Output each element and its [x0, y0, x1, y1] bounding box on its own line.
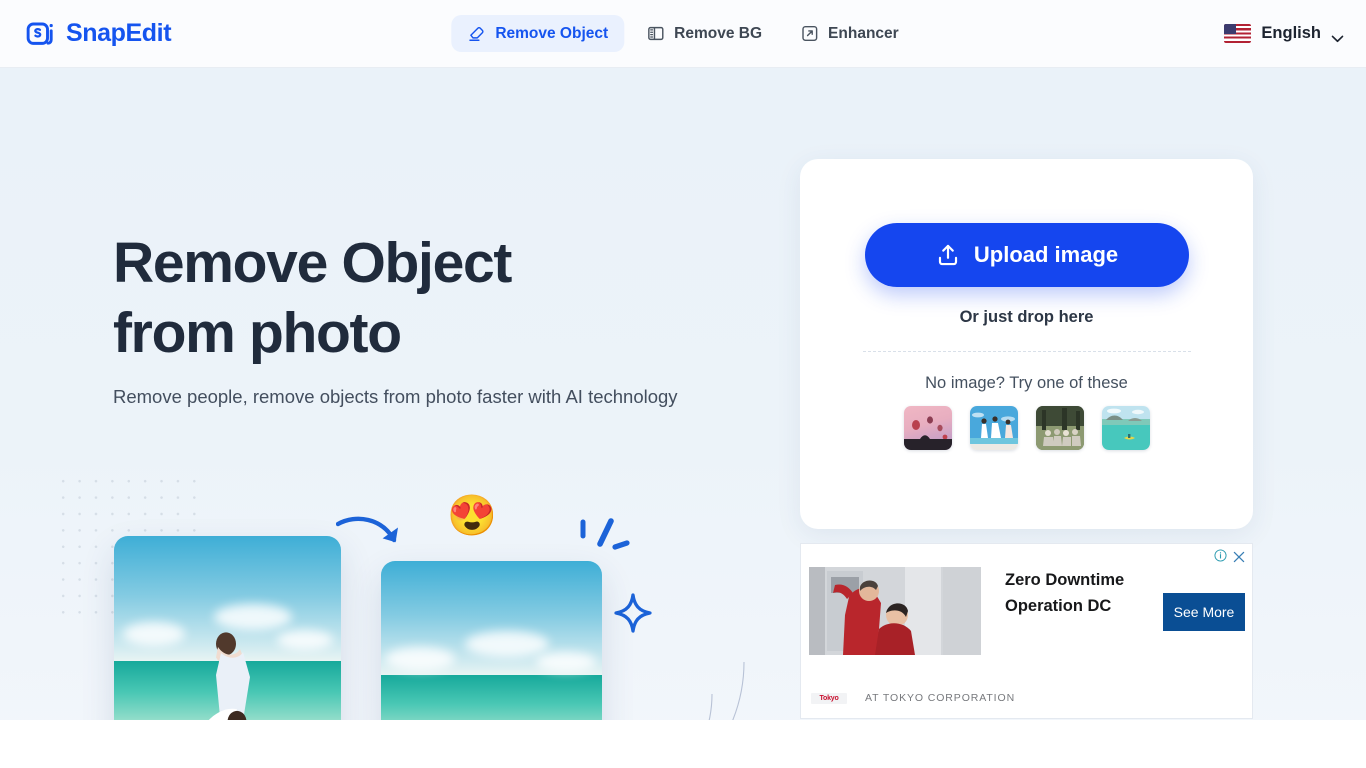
upload-card: Upload image Or just drop here No image?…: [800, 159, 1253, 529]
nav-item-remove-object[interactable]: Remove Object: [451, 15, 625, 52]
ad-info-icon[interactable]: [1214, 549, 1227, 562]
site-header: SnapEdit Remove Object Remove BG Enhance…: [0, 0, 1366, 68]
ad-headline: Zero Downtime Operation DC: [1005, 571, 1125, 615]
heart-eyes-emoji: 😍: [447, 494, 497, 538]
card-divider: [862, 351, 1191, 352]
logo[interactable]: SnapEdit: [26, 18, 172, 49]
chevron-down-icon: [1331, 30, 1344, 42]
ad-close-icon[interactable]: [1233, 550, 1245, 562]
nav-label: Remove BG: [674, 24, 763, 42]
nav-item-remove-bg[interactable]: Remove BG: [630, 15, 778, 52]
ad-image: [809, 567, 981, 655]
nav-item-enhancer[interactable]: Enhancer: [784, 15, 915, 52]
sample-thumb-couple-on-beach[interactable]: [969, 406, 1018, 450]
main-nav: Remove Object Remove BG Enhancer: [451, 15, 914, 52]
logo-text: SnapEdit: [66, 19, 172, 47]
sample-thumb-lagoon-kayak[interactable]: [1101, 406, 1150, 450]
remove-background-icon: [646, 24, 665, 43]
advertisement: Zero Downtime Operation DC See More Toky…: [800, 543, 1253, 719]
sample-thumb-friends-picnic[interactable]: [1035, 406, 1084, 450]
enhance-expand-icon: [800, 24, 819, 43]
language-selector[interactable]: English: [1224, 24, 1344, 43]
drop-hint: Or just drop here: [959, 308, 1094, 326]
page-root: SnapEdit Remove Object Remove BG Enhance…: [0, 0, 1366, 768]
after-photo: [381, 561, 602, 746]
sample-thumb-hot-air-balloons[interactable]: [903, 406, 952, 450]
advertiser-logo: Tokyo: [811, 692, 847, 704]
page-subtitle: Remove people, remove objects from photo…: [113, 386, 678, 407]
ad-cta-button[interactable]: See More: [1163, 593, 1245, 631]
curved-arrow-icon: [335, 515, 410, 557]
headline-line-1: Remove Object: [113, 231, 512, 295]
us-flag-icon: [1224, 24, 1252, 43]
ad-footer: Tokyo AT TOKYO CORPORATION: [811, 692, 1015, 704]
upload-button-label: Upload image: [973, 242, 1119, 267]
eraser-icon: [467, 24, 486, 43]
language-label: English: [1261, 24, 1321, 42]
samples-hint: No image? Try one of these: [925, 374, 1128, 392]
before-photo: [114, 536, 341, 746]
page-title: Remove Object from photo: [113, 228, 512, 368]
snapedit-logo-icon: [26, 18, 57, 49]
nav-label: Enhancer: [828, 24, 899, 42]
sample-thumbnails: [903, 406, 1150, 450]
rays-icon: [575, 518, 649, 566]
advertiser-name: AT TOKYO CORPORATION: [865, 692, 1016, 704]
sparkle-icon: [614, 593, 652, 633]
ad-body[interactable]: Zero Downtime Operation DC: [809, 567, 1155, 655]
hero-bottom-fade: [0, 720, 1366, 746]
upload-image-button[interactable]: Upload image: [864, 223, 1189, 287]
nav-label: Remove Object: [495, 24, 609, 42]
headline-line-2: from photo: [113, 301, 402, 365]
ad-controls: [1214, 549, 1245, 562]
upload-icon: [935, 242, 961, 268]
